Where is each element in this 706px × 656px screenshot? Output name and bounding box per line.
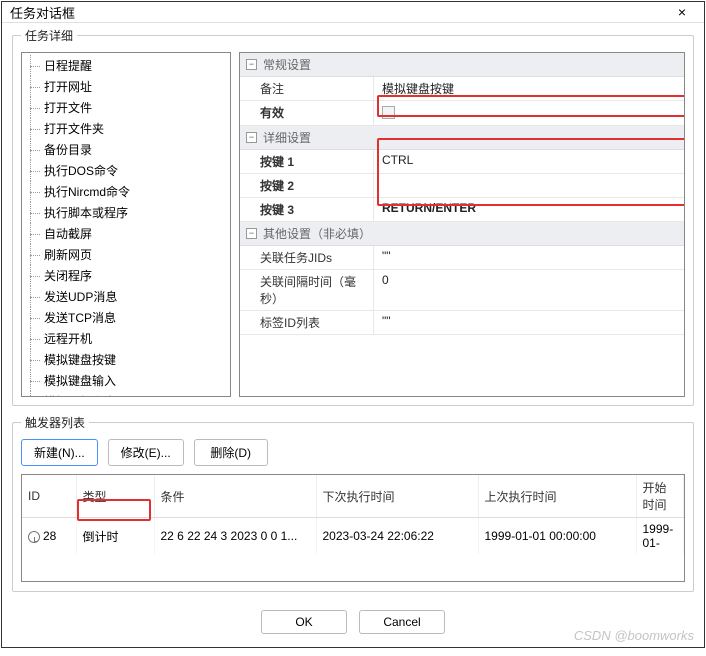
prop-value[interactable]: "" (374, 246, 684, 269)
prop-row-key3[interactable]: 按键 3 RETURN/ENTER (240, 198, 684, 222)
cancel-button[interactable]: Cancel (359, 610, 445, 634)
prop-value-valid[interactable] (374, 101, 684, 125)
tree-item[interactable]: 发送UDP消息 (22, 286, 230, 307)
tree-item[interactable]: 自动截屏 (22, 223, 230, 244)
ok-button[interactable]: OK (261, 610, 347, 634)
prop-label: 备注 (240, 77, 374, 100)
clock-icon (28, 531, 40, 543)
cell-id: 28 (22, 518, 76, 555)
prop-label: 按键 3 (240, 198, 374, 221)
prop-value[interactable]: 0 (374, 270, 684, 310)
col-last[interactable]: 上次执行时间 (478, 475, 636, 518)
tree-item[interactable]: 执行Nircmd命令 (22, 181, 230, 202)
prop-value[interactable] (374, 174, 684, 197)
tree-item[interactable]: 日程提醒 (22, 55, 230, 76)
tree-item[interactable]: 模拟键盘按键 (22, 349, 230, 370)
toggle-icon[interactable]: − (246, 228, 257, 239)
trigger-legend: 触发器列表 (21, 414, 89, 431)
task-detail-legend: 任务详细 (21, 27, 77, 44)
col-start[interactable]: 开始时间 (636, 475, 684, 518)
tree-item[interactable]: 刷新网页 (22, 244, 230, 265)
trigger-group: 触发器列表 新建(N)... 修改(E)... 删除(D) ID 类型 条件 下… (12, 414, 694, 592)
prop-row-interval[interactable]: 关联间隔时间（毫秒） 0 (240, 270, 684, 311)
prop-label: 按键 1 (240, 150, 374, 173)
cell-type: 倒计时 (76, 518, 154, 555)
prop-row-key2[interactable]: 按键 2 (240, 174, 684, 198)
prop-label: 有效 (240, 101, 374, 125)
prop-row-key1[interactable]: 按键 1 CTRL (240, 150, 684, 174)
trigger-row[interactable]: 28 倒计时 22 6 22 24 3 2023 0 0 1... 2023-0… (22, 518, 684, 555)
checkbox-icon[interactable] (382, 106, 395, 119)
toggle-icon[interactable]: − (246, 132, 257, 143)
tree-item[interactable]: 发送TCP消息 (22, 307, 230, 328)
col-id[interactable]: ID (22, 475, 76, 518)
tree-item[interactable]: 打开网址 (22, 76, 230, 97)
tree-item[interactable]: 模拟键盘输入 (22, 370, 230, 391)
prop-value[interactable]: CTRL (374, 150, 684, 173)
prop-label: 按键 2 (240, 174, 374, 197)
prop-label: 标签ID列表 (240, 311, 374, 334)
cell-last: 1999-01-01 00:00:00 (478, 518, 636, 555)
prop-row-valid[interactable]: 有效 (240, 101, 684, 126)
dialog-content: 任务详细 日程提醒 打开网址 打开文件 打开文件夹 备份目录 执行DOS命令 执… (2, 23, 704, 656)
section-label: 详细设置 (263, 129, 311, 146)
tree-item[interactable]: 远程开机 (22, 328, 230, 349)
edit-trigger-button[interactable]: 修改(E)... (108, 439, 184, 466)
prop-label: 关联间隔时间（毫秒） (240, 270, 374, 310)
col-next[interactable]: 下次执行时间 (316, 475, 478, 518)
tree-item[interactable]: 执行脚本或程序 (22, 202, 230, 223)
dialog-title: 任务对话框 (10, 3, 668, 22)
tree-item[interactable]: 执行DOS命令 (22, 160, 230, 181)
cell-next: 2023-03-24 22:06:22 (316, 518, 478, 555)
tree-item[interactable]: 模拟鼠标点击 (22, 391, 230, 397)
tree-item[interactable]: 备份目录 (22, 139, 230, 160)
task-type-tree[interactable]: 日程提醒 打开网址 打开文件 打开文件夹 备份目录 执行DOS命令 执行Nirc… (21, 52, 231, 397)
new-trigger-button[interactable]: 新建(N)... (21, 439, 98, 466)
tree-item[interactable]: 关闭程序 (22, 265, 230, 286)
task-detail-group: 任务详细 日程提醒 打开网址 打开文件 打开文件夹 备份目录 执行DOS命令 执… (12, 27, 694, 406)
cell-cond: 22 6 22 24 3 2023 0 0 1... (154, 518, 316, 555)
property-grid: − 常规设置 备注 模拟键盘按键 有效 − 详细设置 (239, 52, 685, 397)
trigger-header-row: ID 类型 条件 下次执行时间 上次执行时间 开始时间 (22, 475, 684, 518)
prop-row-remark[interactable]: 备注 模拟键盘按键 (240, 77, 684, 101)
prop-row-jids[interactable]: 关联任务JIDs "" (240, 246, 684, 270)
col-type[interactable]: 类型 (76, 475, 154, 518)
section-label: 常规设置 (263, 56, 311, 73)
section-other[interactable]: − 其他设置（非必填） (240, 222, 684, 246)
delete-trigger-button[interactable]: 删除(D) (194, 439, 268, 466)
col-cond[interactable]: 条件 (154, 475, 316, 518)
prop-value[interactable]: "" (374, 311, 684, 334)
prop-value[interactable]: 模拟键盘按键 (374, 77, 684, 100)
section-detail[interactable]: − 详细设置 (240, 126, 684, 150)
tree-item[interactable]: 打开文件 (22, 97, 230, 118)
prop-row-labelids[interactable]: 标签ID列表 "" (240, 311, 684, 335)
toggle-icon[interactable]: − (246, 59, 257, 70)
title-bar: 任务对话框 × (2, 2, 704, 23)
tree-item[interactable]: 打开文件夹 (22, 118, 230, 139)
dialog-footer: OK Cancel (12, 600, 694, 648)
cell-start: 1999-01- (636, 518, 684, 555)
section-label: 其他设置（非必填） (263, 225, 371, 242)
dialog-window: 任务对话框 × 任务详细 日程提醒 打开网址 打开文件 打开文件夹 备份目录 执… (1, 1, 705, 648)
trigger-table[interactable]: ID 类型 条件 下次执行时间 上次执行时间 开始时间 28 倒计时 22 6 (21, 474, 685, 582)
prop-label: 关联任务JIDs (240, 246, 374, 269)
prop-value[interactable]: RETURN/ENTER (374, 198, 684, 221)
section-general[interactable]: − 常规设置 (240, 53, 684, 77)
close-icon[interactable]: × (668, 2, 696, 22)
